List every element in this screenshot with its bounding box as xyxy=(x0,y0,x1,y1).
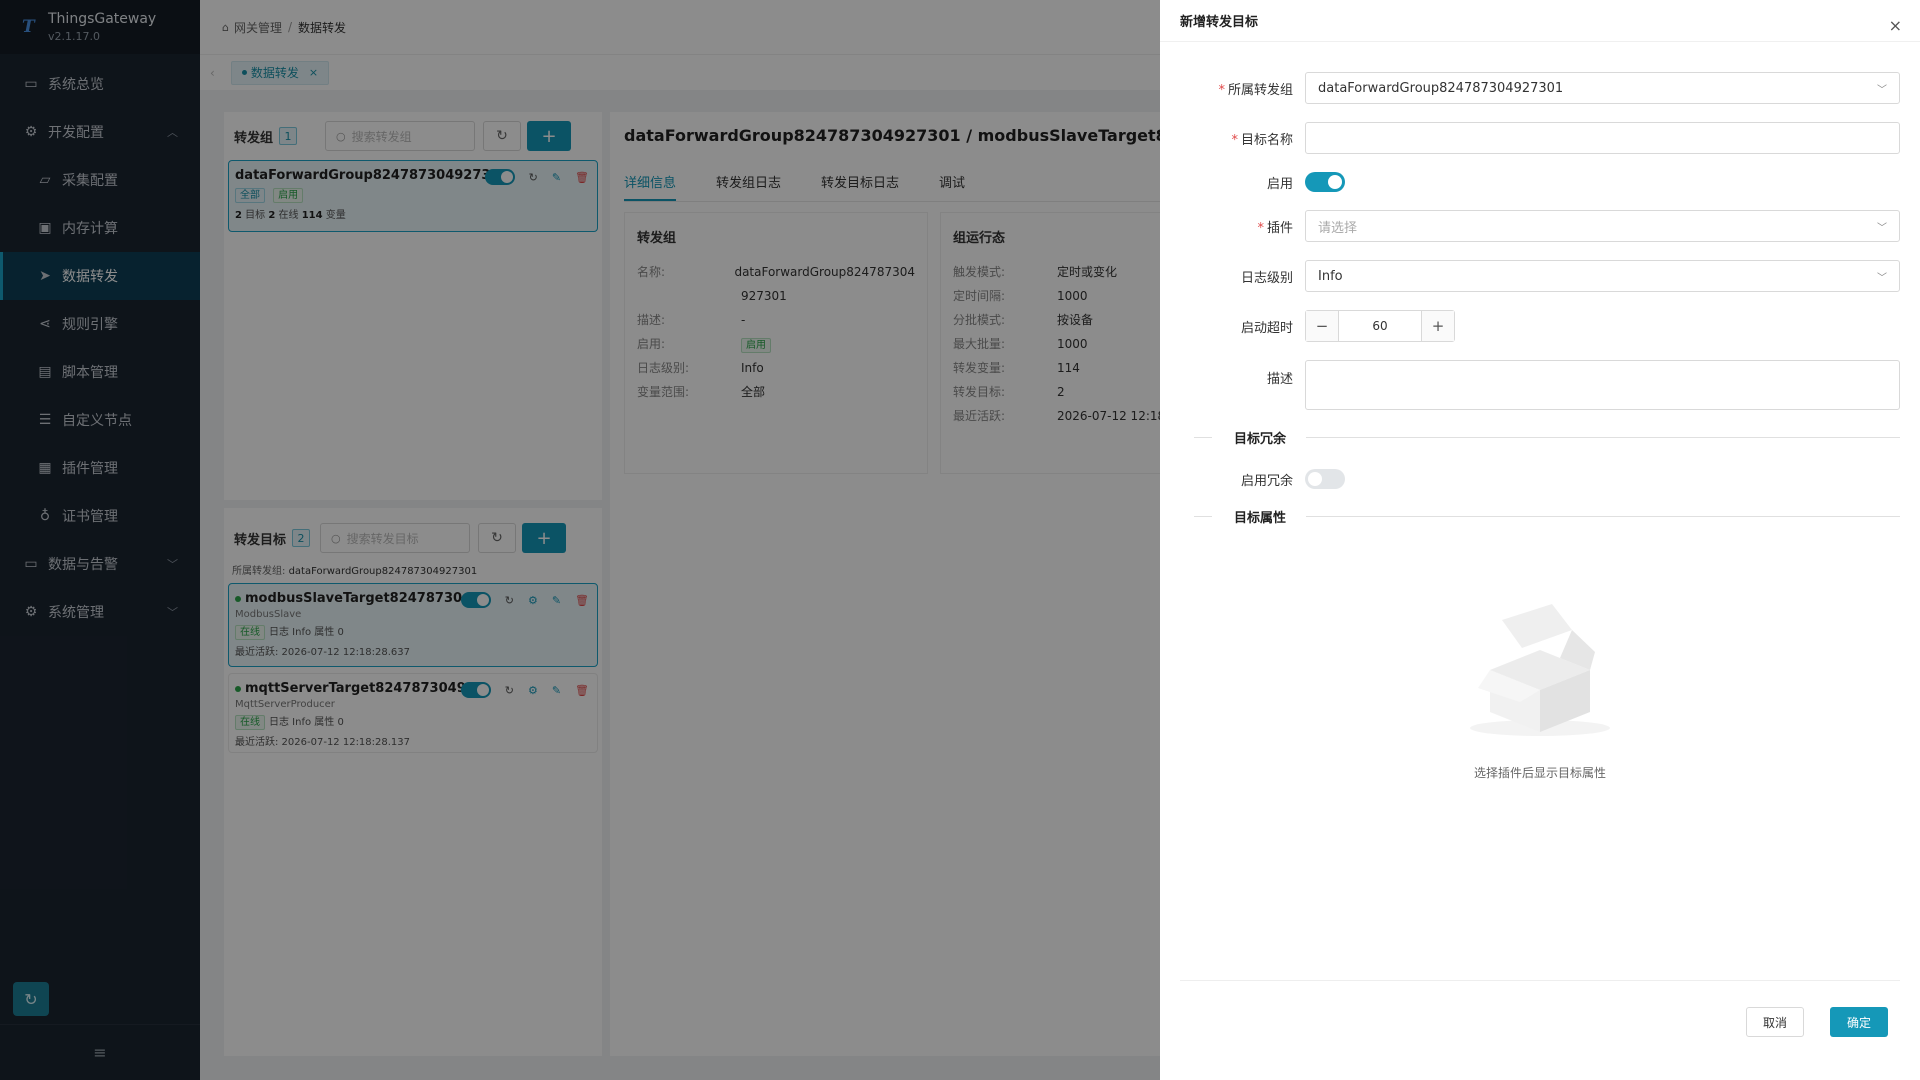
desc-label: 描述 xyxy=(1266,372,1293,387)
redundancy-title: 目标冗余 xyxy=(1234,432,1287,447)
description-textarea[interactable] xyxy=(1305,360,1900,410)
chevron-down-icon: ﹀ xyxy=(1877,84,1887,96)
enable-field-label: 启用 xyxy=(1266,176,1293,192)
redundancy-label: 启用冗余 xyxy=(1240,473,1293,489)
redundancy-section: 目标冗余 xyxy=(1194,428,1900,447)
timeout-label: 启动超时 xyxy=(1240,320,1293,336)
log-level-label: 日志级别 xyxy=(1240,270,1293,286)
group-field-label: 所属转发组 xyxy=(1227,82,1293,98)
redundancy-toggle[interactable] xyxy=(1305,469,1345,489)
empty-state: 选择插件后显示目标属性 xyxy=(1160,600,1920,781)
decrement-button[interactable]: − xyxy=(1306,311,1338,341)
group-select[interactable]: dataForwardGroup824787304927301 ﹀ xyxy=(1305,72,1900,104)
confirm-button[interactable]: 确定 xyxy=(1830,1007,1888,1037)
close-icon[interactable]: × xyxy=(1889,16,1902,35)
modal-mask[interactable] xyxy=(0,0,1160,1080)
target-name-input[interactable] xyxy=(1305,122,1900,154)
plugin-select[interactable]: 请选择 ﹀ xyxy=(1305,210,1900,242)
empty-text: 选择插件后显示目标属性 xyxy=(1473,766,1606,780)
drawer-footer: 取消 确定 xyxy=(1180,980,1900,1080)
log-level-select[interactable]: Info ﹀ xyxy=(1305,260,1900,292)
enable-toggle[interactable] xyxy=(1305,172,1345,192)
drawer-title: 新增转发目标 xyxy=(1180,15,1259,30)
timeout-stepper: − 60 + xyxy=(1305,310,1455,342)
add-target-drawer: 新增转发目标 × * 所属转发组 dataForwardGroup82478730… xyxy=(1160,0,1920,1080)
chevron-down-icon: ﹀ xyxy=(1877,272,1887,284)
plugin-field-label: 插件 xyxy=(1266,220,1293,236)
target-form: * 所属转发组 dataForwardGroup824787304927301 ﹀ … xyxy=(1180,72,1900,548)
cancel-button[interactable]: 取消 xyxy=(1746,1007,1804,1037)
empty-box-icon xyxy=(1470,604,1610,736)
properties-section: 目标属性 xyxy=(1194,507,1900,526)
name-field-label: 目标名称 xyxy=(1240,132,1293,148)
increment-button[interactable]: + xyxy=(1422,311,1454,341)
chevron-down-icon: ﹀ xyxy=(1877,222,1887,234)
properties-title: 目标属性 xyxy=(1234,511,1287,526)
timeout-value[interactable]: 60 xyxy=(1338,311,1422,341)
